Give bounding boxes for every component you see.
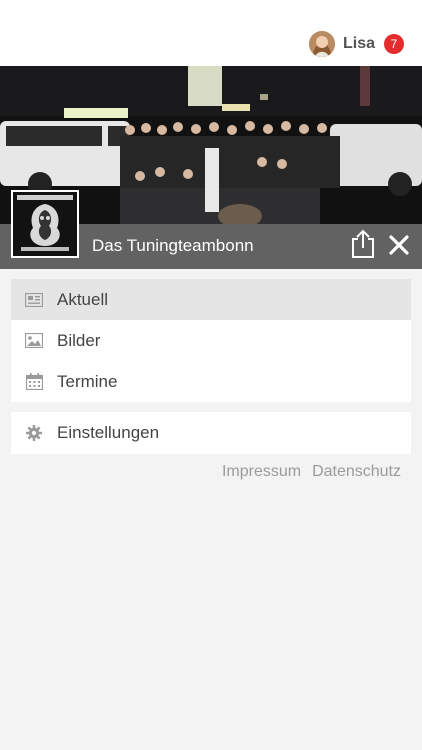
group-name: Das Tuningteambonn (92, 236, 254, 255)
avatar (308, 31, 335, 57)
top-bar: Lisa 7 (0, 0, 422, 66)
menu-item-label: Aktuell (57, 289, 109, 309)
calendar-icon (25, 373, 43, 391)
gear-icon (25, 424, 43, 442)
menu-item-termine[interactable]: Termine (11, 361, 411, 402)
menu-item-aktuell[interactable]: Aktuell (11, 279, 411, 320)
impressum-link[interactable]: Impressum (222, 463, 301, 481)
navigation-menu: Aktuell Bilder Termine (11, 279, 411, 402)
settings-menu: Einstellungen (11, 412, 411, 454)
image-icon (25, 332, 43, 350)
close-button[interactable] (387, 233, 411, 257)
menu-item-einstellungen[interactable]: Einstellungen (11, 412, 411, 453)
share-button[interactable] (350, 229, 376, 259)
menu-item-label: Bilder (57, 330, 101, 350)
newspaper-icon (25, 291, 43, 309)
username: Lisa (342, 35, 375, 52)
menu-item-label: Einstellungen (57, 422, 160, 442)
notification-badge: 7 (384, 34, 404, 54)
group-cover: Das Tuningteambonn (0, 66, 422, 269)
group-logo[interactable] (11, 190, 79, 258)
menu-item-label: Termine (57, 371, 118, 391)
datenschutz-link[interactable]: Datenschutz (312, 463, 401, 481)
share-icon (352, 229, 374, 258)
menu-item-bilder[interactable]: Bilder (11, 320, 411, 361)
user-profile-button[interactable]: Lisa 7 (308, 30, 404, 58)
footer-links: Impressum Datenschutz (222, 463, 401, 481)
close-icon (389, 235, 409, 255)
